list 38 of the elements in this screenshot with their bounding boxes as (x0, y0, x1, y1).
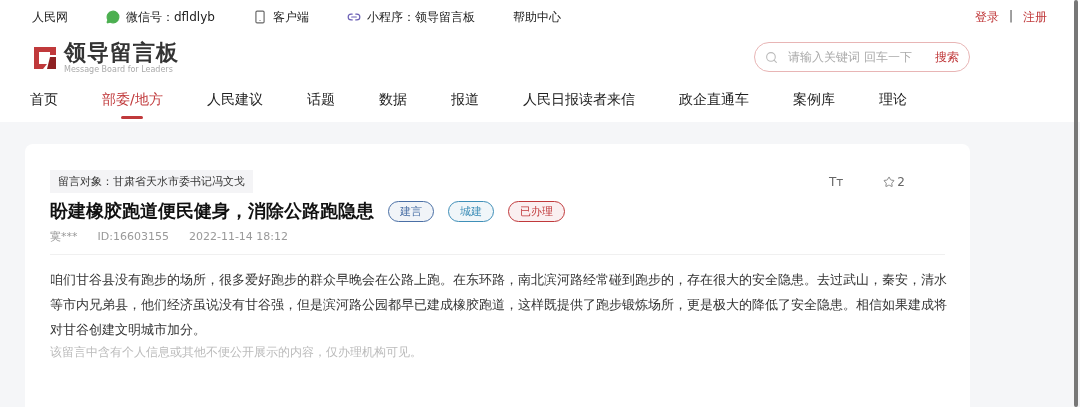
login-link[interactable]: 登录 (974, 8, 999, 26)
nav-tab[interactable]: 人民建议 (206, 80, 263, 122)
scrollbar[interactable] (1074, 0, 1078, 407)
tag: 城建 (448, 200, 494, 222)
tag: 已办理 (508, 200, 565, 222)
nav-tab[interactable]: 人民日报读者来信 (522, 80, 635, 122)
top-link[interactable]: 客户端 (252, 8, 309, 26)
search-icon (765, 50, 778, 64)
font-size-button[interactable]: Tт (829, 174, 844, 189)
register-link[interactable]: 注册 (1023, 8, 1047, 26)
favorite-button[interactable]: 2 (883, 174, 905, 189)
chat-icon (106, 10, 120, 24)
nav-tab[interactable]: 报道 (450, 80, 479, 122)
top-link[interactable]: 帮助中心 (512, 8, 561, 26)
top-link[interactable]: 微信号：dfldlyb (106, 8, 215, 26)
nav-tab[interactable]: 话题 (306, 80, 335, 122)
nav-tab[interactable]: 案例库 (792, 80, 835, 122)
phone-icon (252, 10, 267, 24)
nav-tab[interactable]: 理论 (878, 80, 907, 122)
nav-tab[interactable]: 首页 (30, 80, 58, 122)
search-button[interactable]: 搜索 (935, 48, 959, 66)
nav-tab[interactable]: 政企直通车 (678, 80, 749, 122)
recipient-label: 留言对象：甘肃省天水市委书记冯文戈 (50, 170, 253, 193)
timestamp: 2022-11-14 18:12 (188, 230, 289, 243)
tag: 建言 (388, 200, 434, 222)
nav-tab[interactable]: 数据 (378, 80, 407, 122)
nav-tab[interactable]: 部委/地方 (102, 80, 163, 122)
message-body: 咱们甘谷县没有跑步的场所，很多爱好跑步的群众早晚会在公路上跑。在东环路，南北滨河路经常碰到跑步的，存在很大的安全隐患。去过武山，秦安，清水等市内兄弟县，他们经济虽说没有甘谷强，但是滨河路公园都早已建成橡胶跑道，这样既提供了跑步锻炼场所，更是极大的降低了安全隐患。相信如果建成将对甘谷创建文明城市加分。 (50, 271, 948, 339)
message-title: 盼建橡胶跑道便民健身，消除公路跑隐患 (50, 199, 374, 223)
author-name: 寞*** (50, 229, 78, 244)
message-id: ID:16603155 (97, 230, 169, 243)
logo-title: 领导留言板 (64, 40, 179, 65)
privacy-notice: 该留言中含有个人信息或其他不便公开展示的内容，仅办理机构可见。 (50, 344, 423, 361)
separator: | (1008, 8, 1013, 25)
link-icon (346, 10, 361, 24)
logo-subtitle: Message Board for Leaders (64, 64, 174, 74)
top-link[interactable]: 人民网 (32, 8, 68, 26)
top-link[interactable]: 小程序：领导留言板 (346, 8, 475, 26)
